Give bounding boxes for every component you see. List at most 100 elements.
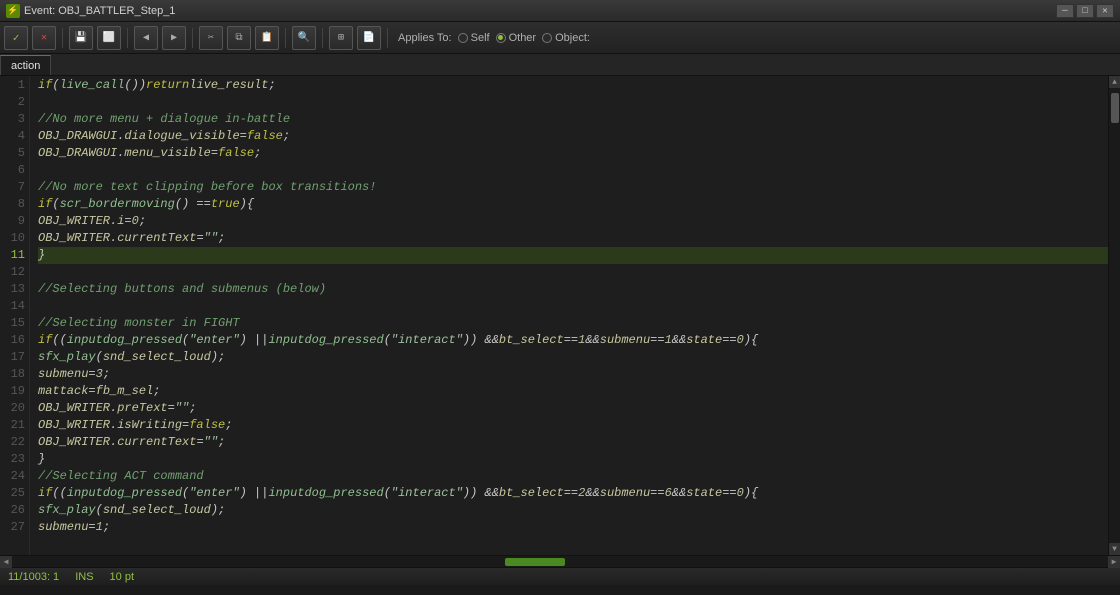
line-number-22: 22 xyxy=(0,434,25,451)
radio-self[interactable]: Self xyxy=(458,32,490,44)
title-icon: ⚡ xyxy=(6,4,20,18)
radio-object-circle[interactable] xyxy=(542,33,552,43)
code-line-17: sfx_play(snd_select_loud); xyxy=(38,349,1108,366)
new-button[interactable]: ⬜ xyxy=(97,26,121,50)
code-line-1: if (live_call()) return live_result; xyxy=(38,77,1108,94)
code-line-15: //Selecting monster in FIGHT xyxy=(38,315,1108,332)
code-line-6 xyxy=(38,162,1108,179)
line-number-12: 12 xyxy=(0,264,25,281)
copy-button[interactable]: ⧉ xyxy=(227,26,251,50)
cursor-position: 11/1003: 1 xyxy=(8,571,59,583)
line-number-19: 19 xyxy=(0,383,25,400)
title-bar: ⚡ Event: OBJ_BATTLER_Step_1 ─ □ ✕ xyxy=(0,0,1120,22)
scroll-left-button[interactable]: ◀ xyxy=(0,556,12,568)
code-line-10: OBJ_WRITER.currentText = ""; xyxy=(38,230,1108,247)
scroll-thumb[interactable] xyxy=(1111,93,1119,123)
code-line-9: OBJ_WRITER.i = 0; xyxy=(38,213,1108,230)
minimize-button[interactable]: ─ xyxy=(1056,4,1074,18)
code-line-21: OBJ_WRITER.isWriting = false; xyxy=(38,417,1108,434)
line-number-21: 21 xyxy=(0,417,25,434)
line-number-23: 23 xyxy=(0,451,25,468)
editor-container: 1234567891011121314151617181920212223242… xyxy=(0,76,1120,555)
search-button[interactable]: 🔍 xyxy=(292,26,316,50)
line-number-5: 5 xyxy=(0,145,25,162)
edit-mode: INS xyxy=(75,571,93,583)
separator-3 xyxy=(192,28,193,48)
check-button[interactable]: ✓ xyxy=(4,26,28,50)
line-number-2: 2 xyxy=(0,94,25,111)
code-line-8: if(scr_bordermoving() == true){ xyxy=(38,196,1108,213)
line-number-24: 24 xyxy=(0,468,25,485)
code-line-2 xyxy=(38,94,1108,111)
line-number-27: 27 xyxy=(0,519,25,536)
code-line-24: //Selecting ACT command xyxy=(38,468,1108,485)
line-numbers: 1234567891011121314151617181920212223242… xyxy=(0,76,30,555)
code-line-7: //No more text clipping before box trans… xyxy=(38,179,1108,196)
code-line-19: mattack = fb_m_sel; xyxy=(38,383,1108,400)
code-line-5: OBJ_DRAWGUI.menu_visible = false; xyxy=(38,145,1108,162)
maximize-button[interactable]: □ xyxy=(1076,4,1094,18)
radio-object[interactable]: Object: xyxy=(542,32,590,44)
applies-to-label: Applies To: Self Other Object: xyxy=(398,32,590,44)
title-text: ⚡ Event: OBJ_BATTLER_Step_1 xyxy=(6,4,175,18)
line-number-10: 10 xyxy=(0,230,25,247)
font-size: 10 pt xyxy=(110,571,134,583)
line-number-4: 4 xyxy=(0,128,25,145)
scroll-right-button[interactable]: ▶ xyxy=(1108,556,1120,568)
title-label: Event: OBJ_BATTLER_Step_1 xyxy=(24,5,175,17)
separator-1 xyxy=(62,28,63,48)
paste-button[interactable]: 📋 xyxy=(255,26,279,50)
scroll-track[interactable] xyxy=(1110,88,1120,543)
code-line-12 xyxy=(38,264,1108,281)
code-line-16: if((inputdog_pressed("enter") || inputdo… xyxy=(38,332,1108,349)
line-number-11: 11 xyxy=(0,247,25,264)
grid-button[interactable]: ⊞ xyxy=(329,26,353,50)
cut-button[interactable]: ✂ xyxy=(199,26,223,50)
vertical-scrollbar[interactable]: ▲ ▼ xyxy=(1108,76,1120,555)
code-line-11: } xyxy=(38,247,1108,264)
code-line-18: submenu = 3; xyxy=(38,366,1108,383)
h-scroll-track[interactable] xyxy=(12,557,1108,567)
toolbar: ✓ ✕ 💾 ⬜ ◀ ▶ ✂ ⧉ 📋 🔍 ⊞ 📄 Applies To: Self… xyxy=(0,22,1120,54)
line-number-16: 16 xyxy=(0,332,25,349)
forward-button[interactable]: ▶ xyxy=(162,26,186,50)
scroll-up-button[interactable]: ▲ xyxy=(1109,76,1120,88)
code-line-13: //Selecting buttons and submenus (below) xyxy=(38,281,1108,298)
separator-6 xyxy=(387,28,388,48)
code-line-27: submenu = 1; xyxy=(38,519,1108,536)
code-line-14 xyxy=(38,298,1108,315)
separator-2 xyxy=(127,28,128,48)
line-number-8: 8 xyxy=(0,196,25,213)
code-line-25: if((inputdog_pressed("enter") || inputdo… xyxy=(38,485,1108,502)
close-button[interactable]: ✕ xyxy=(1096,4,1114,18)
radio-other[interactable]: Other xyxy=(496,32,537,44)
line-number-6: 6 xyxy=(0,162,25,179)
radio-other-circle[interactable] xyxy=(496,33,506,43)
line-number-20: 20 xyxy=(0,400,25,417)
status-bar: 11/1003: 1 INS 10 pt xyxy=(0,567,1120,585)
radio-object-label: Object: xyxy=(555,32,590,44)
h-scroll-thumb[interactable] xyxy=(505,558,565,566)
line-number-13: 13 xyxy=(0,281,25,298)
code-button[interactable]: 📄 xyxy=(357,26,381,50)
line-number-18: 18 xyxy=(0,366,25,383)
code-area[interactable]: if (live_call()) return live_result; //N… xyxy=(30,76,1108,555)
radio-self-label: Self xyxy=(471,32,490,44)
horizontal-scrollbar[interactable]: ◀ ▶ xyxy=(0,555,1120,567)
code-line-26: sfx_play(snd_select_loud); xyxy=(38,502,1108,519)
save-button[interactable]: 💾 xyxy=(69,26,93,50)
window-controls: ─ □ ✕ xyxy=(1056,4,1114,18)
line-number-9: 9 xyxy=(0,213,25,230)
back-button[interactable]: ◀ xyxy=(134,26,158,50)
radio-other-label: Other xyxy=(509,32,537,44)
scroll-down-button[interactable]: ▼ xyxy=(1109,543,1120,555)
tab-action[interactable]: action xyxy=(0,55,51,75)
line-number-3: 3 xyxy=(0,111,25,128)
code-line-3: //No more menu + dialogue in-battle xyxy=(38,111,1108,128)
line-number-17: 17 xyxy=(0,349,25,366)
cancel-button[interactable]: ✕ xyxy=(32,26,56,50)
line-number-15: 15 xyxy=(0,315,25,332)
line-number-25: 25 xyxy=(0,485,25,502)
separator-5 xyxy=(322,28,323,48)
radio-self-circle[interactable] xyxy=(458,33,468,43)
